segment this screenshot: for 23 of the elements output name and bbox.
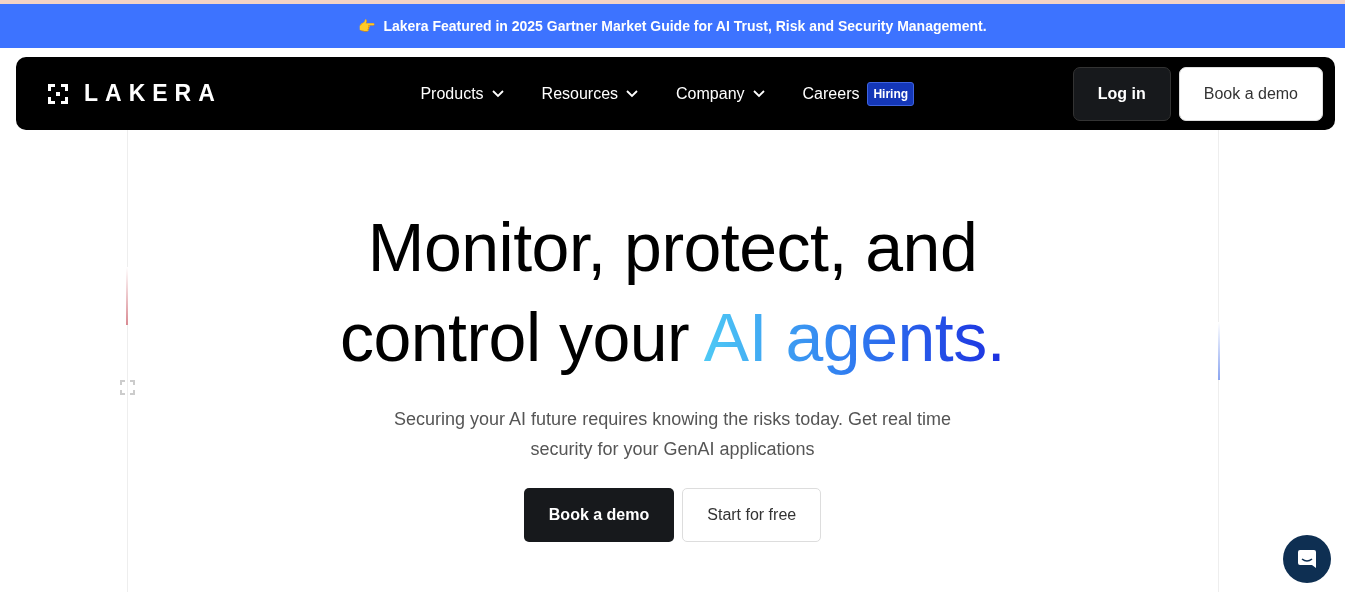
logo-icon	[48, 83, 68, 104]
nav-link[interactable]: Careers Hiring	[802, 81, 915, 106]
book-demo-button[interactable]: Book a demo	[1178, 66, 1323, 121]
banner-text: Lakera Featured in 2025 Gartner Market Guide for AI Trust, Risk and Security Management.	[383, 16, 987, 36]
chevron-down-icon	[491, 89, 504, 98]
start-free-button[interactable]: Start for free	[682, 488, 822, 542]
nav-link[interactable]: Products	[420, 81, 504, 106]
book-demo-button[interactable]: Book a demo	[523, 488, 675, 542]
corner-frame-icon	[119, 380, 135, 395]
accent-line	[1217, 322, 1220, 380]
announcement-banner[interactable]: 👉 Lakera Featured in 2025 Gartner Market Guide for AI Trust, Risk and Security Management.	[0, 4, 1345, 48]
nav-link[interactable]: Company	[676, 81, 765, 106]
hero-subtitle: Securing your AI future requires knowing the risks today. Get real time security for your GenAI applications	[393, 408, 952, 461]
chat-button[interactable]	[1283, 535, 1331, 583]
hiring-badge: Hiring	[867, 81, 915, 106]
chat-bubble-icon	[1296, 548, 1318, 570]
chevron-down-icon	[752, 89, 765, 98]
login-button[interactable]: Log in	[1072, 66, 1171, 121]
accent-line	[125, 267, 128, 325]
pointing-hand-emoji: 👉	[358, 16, 376, 36]
logo-wordmark[interactable]: LAKERA	[84, 76, 222, 111]
nav-link[interactable]: Resources	[541, 81, 639, 106]
chevron-down-icon	[626, 89, 639, 98]
